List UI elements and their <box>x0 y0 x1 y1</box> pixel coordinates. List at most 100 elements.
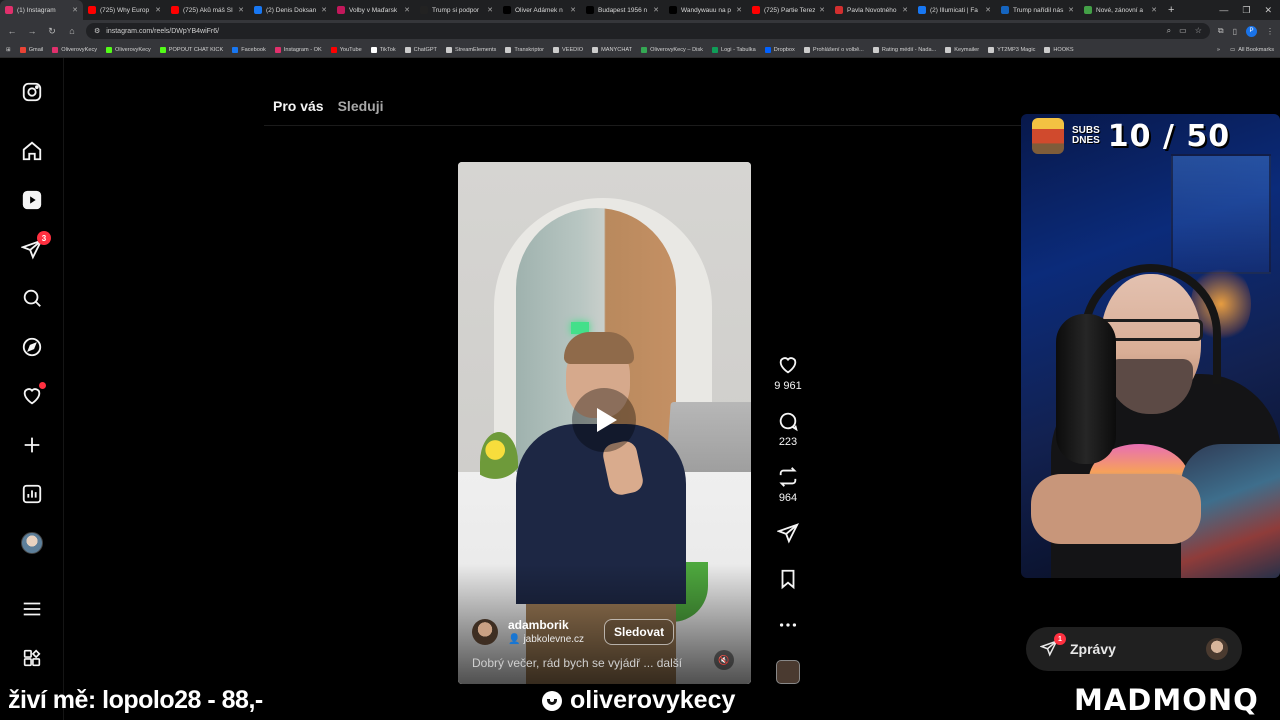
tab-close-icon[interactable]: ✕ <box>736 6 742 14</box>
search-icon[interactable] <box>20 286 44 310</box>
bookmark-item[interactable]: Keymailer <box>945 46 979 53</box>
comment-action[interactable]: 223 <box>772 410 804 448</box>
tab-close-icon[interactable]: ✕ <box>238 6 244 14</box>
bookmark-item[interactable]: YouTube <box>330 46 362 53</box>
extensions-icon[interactable]: ⧉ <box>1218 26 1224 36</box>
save-action[interactable] <box>772 568 804 590</box>
reels-nav-icon[interactable] <box>20 188 44 212</box>
all-bookmarks[interactable]: ▭ All Bookmarks <box>1230 47 1274 53</box>
bookmark-item[interactable]: OliverovyKecy – Disk <box>641 46 703 53</box>
tab-following[interactable]: Sleduji <box>338 98 384 114</box>
bookmark-item[interactable]: OliverovyKecy <box>106 46 151 53</box>
cast-icon[interactable]: ▭ <box>1179 26 1187 36</box>
dashboard-icon[interactable] <box>20 482 44 506</box>
browser-tab[interactable]: Budapest 1956 n ✕ <box>581 0 664 20</box>
browser-tab[interactable]: Pavla Novotného ✕ <box>830 0 913 20</box>
tab-close-icon[interactable]: ✕ <box>1068 6 1074 14</box>
more-options-action[interactable] <box>772 614 804 636</box>
zoom-icon[interactable]: ⌕ <box>1167 26 1171 36</box>
home-icon[interactable]: ⌂ <box>66 26 78 36</box>
tab-close-icon[interactable]: ✕ <box>985 6 991 14</box>
browser-tab[interactable]: (1) Instagram ✕ <box>0 0 83 20</box>
tab-close-icon[interactable]: ✕ <box>902 6 908 14</box>
tab-close-icon[interactable]: ✕ <box>570 6 576 14</box>
browser-tab[interactable]: Trump si podpor ✕ <box>415 0 498 20</box>
bookmark-item[interactable]: OliverovyKecy <box>52 46 97 53</box>
bookmark-item[interactable]: ChatGPT <box>404 46 437 53</box>
browser-tab[interactable]: (2) Illumicati | Fa ✕ <box>913 0 996 20</box>
url-field[interactable]: ⚙ instagram.com/reels/DWpYB4wiFr6/ ⌕ ▭ ☆ <box>86 23 1210 39</box>
tab-close-icon[interactable]: ✕ <box>487 6 493 14</box>
bookmark-item[interactable]: Instagram - OK <box>274 46 322 53</box>
instagram-logo-icon[interactable] <box>20 80 44 104</box>
bookmark-item[interactable]: MANYCHAT <box>592 46 632 53</box>
tab-close-icon[interactable]: ✕ <box>819 6 825 14</box>
tab-close-icon[interactable]: ✕ <box>653 6 659 14</box>
maximize-icon[interactable]: ❐ <box>1242 5 1250 16</box>
bookmark-item[interactable]: Rating médií - Nada... <box>872 46 936 53</box>
new-tab-button[interactable]: + <box>1162 4 1180 16</box>
bookmark-item[interactable]: Transkriptor <box>505 46 544 53</box>
tab-close-icon[interactable]: ✕ <box>404 6 410 14</box>
reload-icon[interactable]: ↻ <box>46 26 58 37</box>
tab-close-icon[interactable]: ✕ <box>72 6 78 14</box>
bookmark-item[interactable]: Gmail <box>19 46 43 53</box>
profile-nav[interactable] <box>20 531 44 555</box>
forward-icon[interactable]: → <box>26 26 38 36</box>
browser-tab[interactable]: Volby v Maďarsk ✕ <box>332 0 415 20</box>
also-from-meta-icon[interactable] <box>20 646 44 670</box>
tab-for-you[interactable]: Pro vás <box>273 98 324 114</box>
author-username[interactable]: adamborik <box>508 618 584 632</box>
bookmark-item[interactable]: TikTok <box>370 46 396 53</box>
profile-avatar[interactable]: P <box>1246 25 1257 37</box>
sidebar-toggle-icon[interactable]: ▯ <box>1233 27 1237 36</box>
notifications-heart-icon[interactable] <box>20 382 46 408</box>
bookmark-item[interactable]: VEEDIO <box>552 46 583 53</box>
reel-caption[interactable]: Dobrý večer, rád bych se vyjádř ... dalš… <box>472 656 682 670</box>
bookmark-star-icon[interactable]: ☆ <box>1195 26 1202 36</box>
audio-thumbnail[interactable] <box>772 660 804 684</box>
play-button[interactable] <box>572 388 636 452</box>
browser-tab[interactable]: Oliver Adámek n ✕ <box>498 0 581 20</box>
tab-close-icon[interactable]: ✕ <box>155 6 161 14</box>
bookmark-item[interactable]: Prohlášení o volbě... <box>803 46 864 53</box>
repost-action[interactable]: 964 <box>772 466 804 504</box>
browser-tab[interactable]: (2) Denis Doksan ✕ <box>249 0 332 20</box>
like-action[interactable]: 9 961 <box>772 354 804 392</box>
messages-button[interactable]: 1 Zprávy <box>1026 627 1242 671</box>
browser-tab[interactable]: (725) Aků máš SI ✕ <box>166 0 249 20</box>
bookmark-item[interactable]: StreamElements <box>445 46 496 53</box>
browser-tab[interactable]: (725) Partie Terez ✕ <box>747 0 830 20</box>
browser-tab[interactable]: Nové, zánovní a ✕ <box>1079 0 1162 20</box>
site-info-icon[interactable]: ⚙ <box>94 27 100 35</box>
explore-compass-icon[interactable] <box>20 335 44 359</box>
minimize-icon[interactable]: — <box>1219 5 1228 16</box>
more-bookmarks-icon[interactable]: » <box>1217 47 1220 53</box>
bookmark-item[interactable]: Facebook <box>232 46 266 53</box>
tab-close-icon[interactable]: ✕ <box>321 6 327 14</box>
bookmark-item[interactable]: Dropbox <box>764 46 795 53</box>
bookmark-item[interactable]: YT2MP3 Magic <box>988 46 1035 53</box>
browser-tab[interactable]: Trump nařídil nás ✕ <box>996 0 1079 20</box>
bookmark-item[interactable]: POPOUT CHAT KICK <box>159 46 223 53</box>
back-icon[interactable]: ← <box>6 26 18 36</box>
browser-tab[interactable]: Wandywauu na p ✕ <box>664 0 747 20</box>
bookmark-item[interactable]: Logi - Tabulka <box>711 46 756 53</box>
more-menu-icon[interactable] <box>20 597 44 621</box>
mute-icon[interactable]: 🔇 <box>714 650 734 670</box>
share-action[interactable] <box>772 522 804 544</box>
apps-icon[interactable]: ⊞ <box>6 47 11 53</box>
home-nav-icon[interactable] <box>20 139 44 163</box>
author-audio[interactable]: 👤 jabkolevne.cz <box>508 634 584 645</box>
caption-more-link[interactable]: ... další <box>643 656 682 670</box>
create-plus-icon[interactable] <box>20 433 44 457</box>
author-avatar[interactable] <box>472 618 498 645</box>
follow-button[interactable]: Sledovat <box>604 618 675 645</box>
browser-tab[interactable]: (725) Why Europ ✕ <box>83 0 166 20</box>
messages-nav-icon[interactable]: 3 <box>20 231 51 261</box>
tab-close-icon[interactable]: ✕ <box>1151 6 1157 14</box>
bookmark-item[interactable]: HOOKS <box>1044 46 1074 53</box>
menu-icon[interactable]: ⋮ <box>1266 27 1274 36</box>
reel-video[interactable]: adamborik 👤 jabkolevne.cz Sledovat Dobrý… <box>458 162 751 684</box>
close-window-icon[interactable]: ✕ <box>1264 5 1272 16</box>
